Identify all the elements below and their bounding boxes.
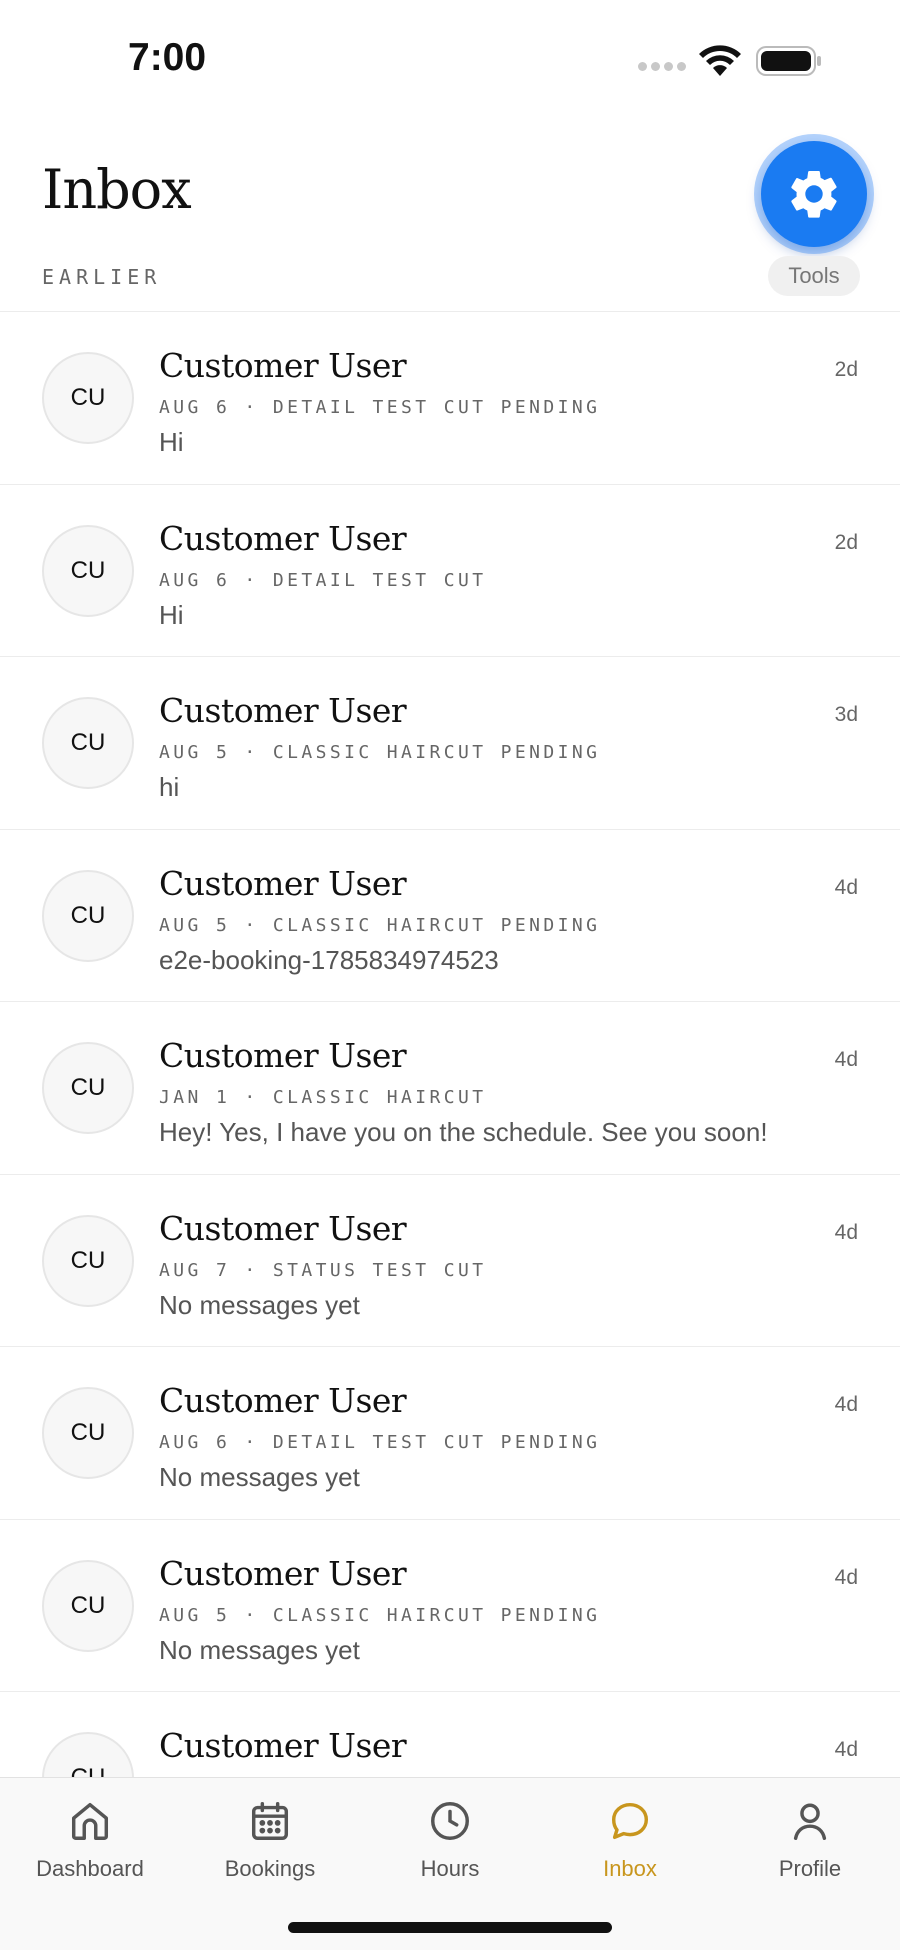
- thread-meta: AUG 5 · CLASSIC HAIRCUT PENDING: [159, 742, 601, 763]
- thread-name: Customer User: [159, 863, 407, 903]
- thread-name: Customer User: [159, 1381, 407, 1420]
- thread-preview: No messages yet: [159, 1289, 360, 1320]
- home-icon: [71, 1802, 109, 1840]
- avatar: CU: [42, 352, 134, 444]
- tab-dashboard[interactable]: Dashboard: [0, 1798, 180, 1898]
- thread-list: CU Customer User AUG 6 · DETAIL TEST CUT…: [0, 311, 900, 1778]
- avatar: CU: [42, 697, 134, 789]
- home-indicator[interactable]: [288, 1922, 612, 1933]
- thread-name: Customer User: [159, 518, 407, 558]
- thread-row[interactable]: CU Customer User AUG 7 · STATUS TEST CUT…: [0, 1174, 900, 1347]
- tab-label: Hours: [420, 1856, 480, 1881]
- section-label-earlier: EARLIER: [42, 265, 162, 289]
- thread-row[interactable]: CU Customer User AUG 5 · CLASSIC HAIRCUT…: [0, 1519, 900, 1692]
- calendar-icon: [251, 1802, 289, 1840]
- tools-label[interactable]: Tools: [768, 256, 860, 296]
- clock-icon: [431, 1802, 469, 1840]
- thread-time: 4d: [834, 1393, 858, 1416]
- tab-label: Inbox: [603, 1856, 657, 1881]
- avatar: CU: [42, 1732, 134, 1778]
- thread-meta: AUG 6 · DETAIL TEST CUT PENDING: [159, 1432, 601, 1453]
- tab-inbox[interactable]: Inbox: [540, 1798, 720, 1898]
- thread-preview: Hi: [159, 599, 184, 630]
- person-icon: [793, 1803, 827, 1840]
- tab-label: Dashboard: [36, 1856, 144, 1881]
- thread-row[interactable]: CU Customer User AUG 5 · CLASSIC HAIRCUT…: [0, 657, 900, 830]
- thread-name: Customer User: [159, 691, 407, 730]
- avatar: CU: [42, 869, 134, 962]
- thread-time: 2d: [834, 358, 858, 381]
- tab-bookings[interactable]: Bookings: [180, 1798, 360, 1898]
- thread-row[interactable]: CU Customer User 4d: [0, 1692, 900, 1778]
- wifi-icon: [699, 45, 741, 76]
- thread-preview: hi: [159, 772, 180, 802]
- chat-bubble-icon: [611, 1802, 649, 1840]
- tab-profile[interactable]: Profile: [720, 1798, 900, 1898]
- thread-meta: JAN 1 · CLASSIC HAIRCUT: [159, 1087, 487, 1108]
- thread-meta: AUG 6 · DETAIL TEST CUT: [159, 569, 487, 591]
- thread-row[interactable]: CU Customer User JAN 1 · CLASSIC HAIRCUT…: [0, 1002, 900, 1175]
- thread-time: 4d: [834, 1048, 858, 1071]
- avatar: CU: [42, 1042, 134, 1134]
- thread-time: 2d: [834, 530, 858, 554]
- thread-meta: AUG 5 · CLASSIC HAIRCUT PENDING: [159, 914, 601, 936]
- gear-icon: [791, 171, 837, 218]
- tab-label: Bookings: [224, 1856, 316, 1881]
- thread-time: 4d: [834, 1565, 858, 1589]
- thread-time: 4d: [834, 1220, 858, 1244]
- page-title: Inbox: [42, 158, 192, 221]
- tab-hours[interactable]: Hours: [360, 1798, 540, 1898]
- thread-preview: No messages yet: [159, 1462, 360, 1492]
- thread-preview: Hi: [159, 427, 184, 457]
- thread-preview: Hey! Yes, I have you on the schedule. Se…: [159, 1117, 768, 1147]
- thread-preview: e2e-booking-1785834974523: [159, 944, 499, 975]
- avatar: CU: [42, 1387, 134, 1479]
- battery-icon: [756, 46, 821, 76]
- thread-name: Customer User: [159, 1208, 407, 1248]
- avatar: CU: [42, 1559, 134, 1652]
- thread-row[interactable]: CU Customer User AUG 5 · CLASSIC HAIRCUT…: [0, 829, 900, 1002]
- thread-time: 4d: [834, 875, 858, 899]
- tab-label: Profile: [778, 1856, 842, 1881]
- tools-button[interactable]: [761, 141, 867, 247]
- thread-row[interactable]: CU Customer User AUG 6 · DETAIL TEST CUT…: [0, 1347, 900, 1520]
- thread-preview: No messages yet: [159, 1634, 360, 1665]
- thread-name: Customer User: [159, 1553, 407, 1593]
- thread-meta: AUG 6 · DETAIL TEST CUT PENDING: [159, 397, 601, 418]
- status-time: 7:00: [128, 36, 207, 79]
- thread-name: Customer User: [159, 346, 407, 385]
- thread-row[interactable]: CU Customer User AUG 6 · DETAIL TEST CUT…: [0, 484, 900, 657]
- avatar: CU: [42, 524, 134, 617]
- thread-row[interactable]: CU Customer User AUG 6 · DETAIL TEST CUT…: [0, 312, 900, 485]
- thread-name: Customer User: [159, 1036, 407, 1075]
- cellular-signal-icon: [638, 62, 686, 71]
- avatar: CU: [42, 1214, 134, 1307]
- thread-meta: AUG 5 · CLASSIC HAIRCUT PENDING: [159, 1604, 601, 1626]
- thread-time: 3d: [834, 703, 858, 726]
- status-bar: 7:00: [0, 0, 900, 110]
- thread-time: 4d: [834, 1738, 858, 1761]
- thread-meta: AUG 7 · STATUS TEST CUT: [159, 1259, 487, 1281]
- thread-name: Customer User: [159, 1726, 407, 1765]
